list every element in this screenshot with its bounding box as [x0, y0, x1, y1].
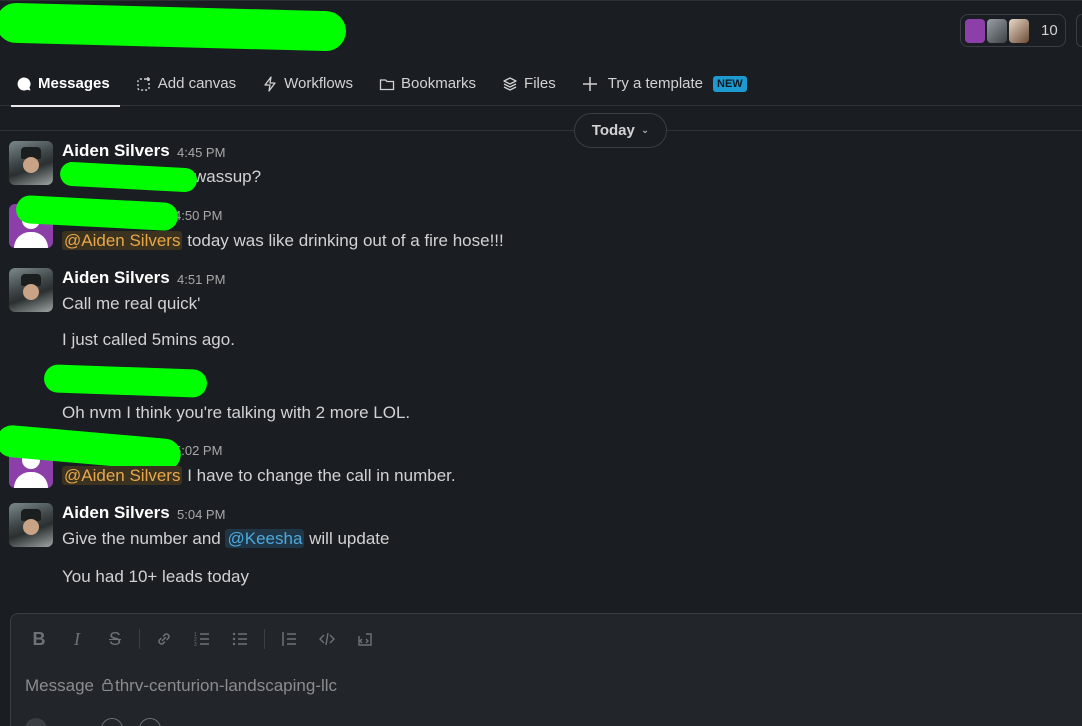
user-mention[interactable]: @Keesha [225, 529, 305, 548]
toolbar-divider [264, 629, 265, 649]
avatar[interactable] [9, 141, 53, 185]
redacted-text [59, 161, 198, 193]
user-mention[interactable]: @Aiden Silvers [62, 466, 183, 485]
user-mention[interactable]: @Aiden Silvers [62, 231, 183, 250]
timestamp[interactable]: 4:50 PM [174, 208, 222, 223]
canvas-icon [136, 76, 152, 92]
message-text: Oh nvm I think you're talking with 2 mor… [62, 403, 411, 422]
message-text: You had 10+ leads today [62, 567, 250, 586]
avatar[interactable] [9, 503, 53, 547]
tab-label: Try a template [607, 75, 704, 92]
tab-try-a-template[interactable]: Try a template NEW [572, 62, 757, 106]
day-divider-button[interactable]: Today ⌄ [574, 113, 667, 148]
message-text: @Aiden Silvers today was like drinking o… [62, 231, 504, 250]
code-block-icon[interactable] [351, 627, 379, 651]
svg-text:3: 3 [194, 642, 197, 648]
timestamp[interactable]: 5:02 PM [174, 443, 222, 458]
channel-tabs: Messages Add canvas Workflows Bookmarks … [0, 62, 1082, 107]
channel-header: 10 [0, 0, 1082, 60]
members-button[interactable]: 10 [960, 14, 1066, 47]
bulleted-list-icon[interactable] [226, 627, 254, 651]
link-icon[interactable] [150, 627, 178, 651]
emoji-icon[interactable] [101, 718, 123, 726]
workflow-bolt-icon [262, 75, 278, 92]
composer-actions [25, 718, 177, 726]
tab-label: Workflows [284, 75, 354, 92]
tab-files[interactable]: Files [492, 62, 566, 106]
ordered-list-icon[interactable]: 123 [188, 627, 216, 651]
tab-label: Add canvas [157, 75, 237, 92]
lock-icon [102, 676, 113, 696]
tab-bookmarks[interactable]: Bookmarks [369, 62, 486, 106]
timestamp[interactable]: 4:45 PM [177, 145, 225, 160]
message-text: wassup? [194, 167, 262, 186]
sender-name[interactable]: Aiden Silvers [62, 268, 170, 288]
redacted-channel-name [0, 2, 347, 52]
day-label: Today [591, 122, 635, 139]
mention-icon[interactable] [139, 718, 161, 726]
tab-add-canvas[interactable]: Add canvas [126, 62, 246, 106]
new-badge: NEW [713, 75, 747, 92]
sender-name[interactable]: Aiden Silvers [62, 141, 170, 161]
code-icon[interactable] [313, 627, 341, 651]
day-divider-line [0, 130, 1082, 131]
member-count: 10 [1041, 22, 1058, 39]
toolbar-divider [139, 629, 140, 649]
strikethrough-icon[interactable]: S [101, 627, 129, 651]
channel-name: thrv-centurion-landscaping-llc [114, 676, 338, 695]
stack-icon [502, 76, 518, 92]
tab-workflows[interactable]: Workflows [252, 62, 363, 106]
formatting-toolbar: B I S 123 [25, 627, 389, 651]
timestamp[interactable]: 4:51 PM [177, 272, 225, 287]
add-attachment-icon[interactable] [25, 718, 47, 726]
plus-icon [582, 76, 598, 92]
member-avatar [965, 18, 985, 43]
bold-icon[interactable]: B [25, 627, 53, 651]
message-text: Give the number and @Keesha will update [62, 529, 390, 548]
header-overflow-button[interactable] [1076, 14, 1082, 47]
blockquote-icon[interactable] [275, 627, 303, 651]
message-text: @Aiden Silvers I have to change the call… [62, 466, 456, 485]
chevron-down-icon: ⌄ [640, 125, 650, 136]
member-avatar [1009, 18, 1029, 43]
member-avatar [987, 18, 1007, 43]
message-input-placeholder[interactable]: Message thrv-centurion-landscaping-llc [25, 676, 337, 696]
message-text: I just called 5mins ago. [62, 330, 235, 349]
folder-icon [379, 76, 395, 92]
avatar[interactable] [9, 268, 53, 312]
message-composer[interactable]: B I S 123 Message thrv-centurion-landsca… [10, 613, 1082, 726]
tab-label: Files [524, 75, 556, 92]
italic-icon[interactable]: I [63, 627, 91, 651]
tab-messages[interactable]: Messages [6, 62, 120, 107]
message-bubble-icon [16, 76, 32, 92]
sender-name[interactable]: Aiden Silvers [62, 503, 170, 523]
redacted-text [43, 364, 208, 398]
message-text: Call me real quick' [62, 294, 201, 313]
tab-label: Bookmarks [401, 75, 477, 92]
timestamp[interactable]: 5:04 PM [177, 507, 225, 522]
format-icon[interactable] [63, 718, 85, 726]
tab-label: Messages [38, 75, 110, 92]
